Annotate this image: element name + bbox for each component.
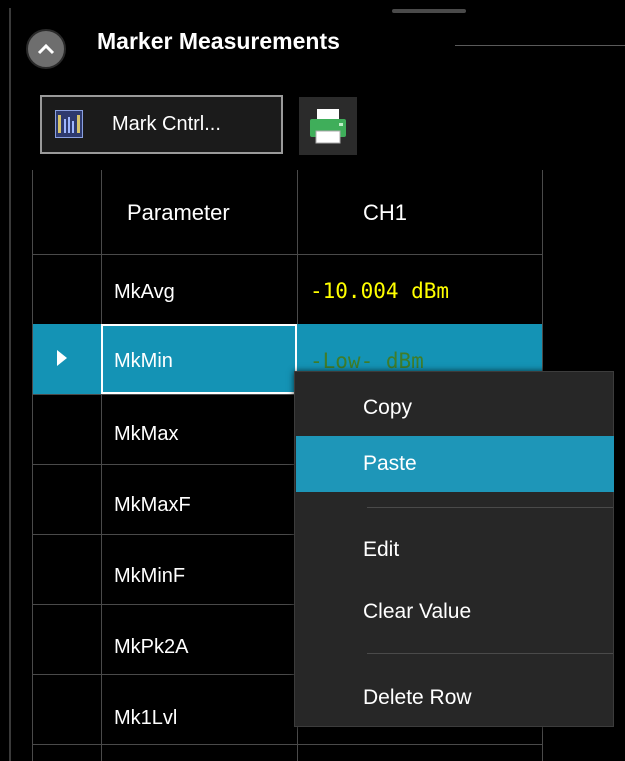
menu-item-label: Clear Value xyxy=(363,600,472,623)
row-parameter[interactable]: MkAvg xyxy=(114,281,175,304)
menu-separator xyxy=(367,653,613,654)
menu-item-label: Copy xyxy=(363,396,413,419)
mark-control-button[interactable]: Mark Cntrl... xyxy=(40,95,283,154)
mark-control-label: Mark Cntrl... xyxy=(112,113,221,135)
printer-icon xyxy=(310,109,346,144)
grid-line xyxy=(101,170,102,761)
row-parameter[interactable]: MkMax xyxy=(114,423,178,446)
menu-item-edit[interactable]: Edit xyxy=(296,522,614,578)
row-selector-arrow-icon xyxy=(57,350,67,366)
grid-line xyxy=(33,254,543,255)
print-button[interactable] xyxy=(299,97,357,155)
row-parameter[interactable]: Mk1Lvl xyxy=(114,707,177,730)
row-value[interactable]: -10.004 dBm xyxy=(310,279,449,303)
panel-left-border xyxy=(9,8,11,761)
row-parameter[interactable]: MkMaxF xyxy=(114,494,191,517)
collapse-button[interactable] xyxy=(26,29,66,69)
menu-item-copy[interactable]: Copy xyxy=(296,380,614,436)
grid-line xyxy=(33,744,543,745)
chevron-up-icon xyxy=(37,43,55,55)
column-header-ch1[interactable]: CH1 xyxy=(363,200,407,226)
menu-item-clear-value[interactable]: Clear Value xyxy=(296,584,614,640)
row-parameter[interactable]: MkMin xyxy=(114,350,173,373)
title-divider xyxy=(455,45,625,46)
menu-separator xyxy=(367,507,613,508)
column-header-parameter[interactable]: Parameter xyxy=(127,200,230,226)
menu-item-label: Delete Row xyxy=(363,686,472,709)
menu-item-paste[interactable]: Paste xyxy=(296,436,614,492)
marker-control-icon xyxy=(55,110,83,138)
panel-title: Marker Measurements xyxy=(97,28,340,54)
menu-item-label: Edit xyxy=(363,538,400,561)
menu-item-delete-row[interactable]: Delete Row xyxy=(296,670,614,726)
context-menu: Copy Paste Edit Clear Value Delete Row xyxy=(294,371,614,727)
row-value[interactable]: -Low- dBm xyxy=(310,349,424,373)
row-parameter[interactable]: MkPk2A xyxy=(114,636,188,659)
marker-measurements-panel: Marker Measurements Mark Cntrl... Parame… xyxy=(0,0,625,761)
resize-grip[interactable] xyxy=(392,9,466,13)
menu-item-label: Paste xyxy=(363,452,417,475)
row-parameter[interactable]: MkMinF xyxy=(114,565,185,588)
